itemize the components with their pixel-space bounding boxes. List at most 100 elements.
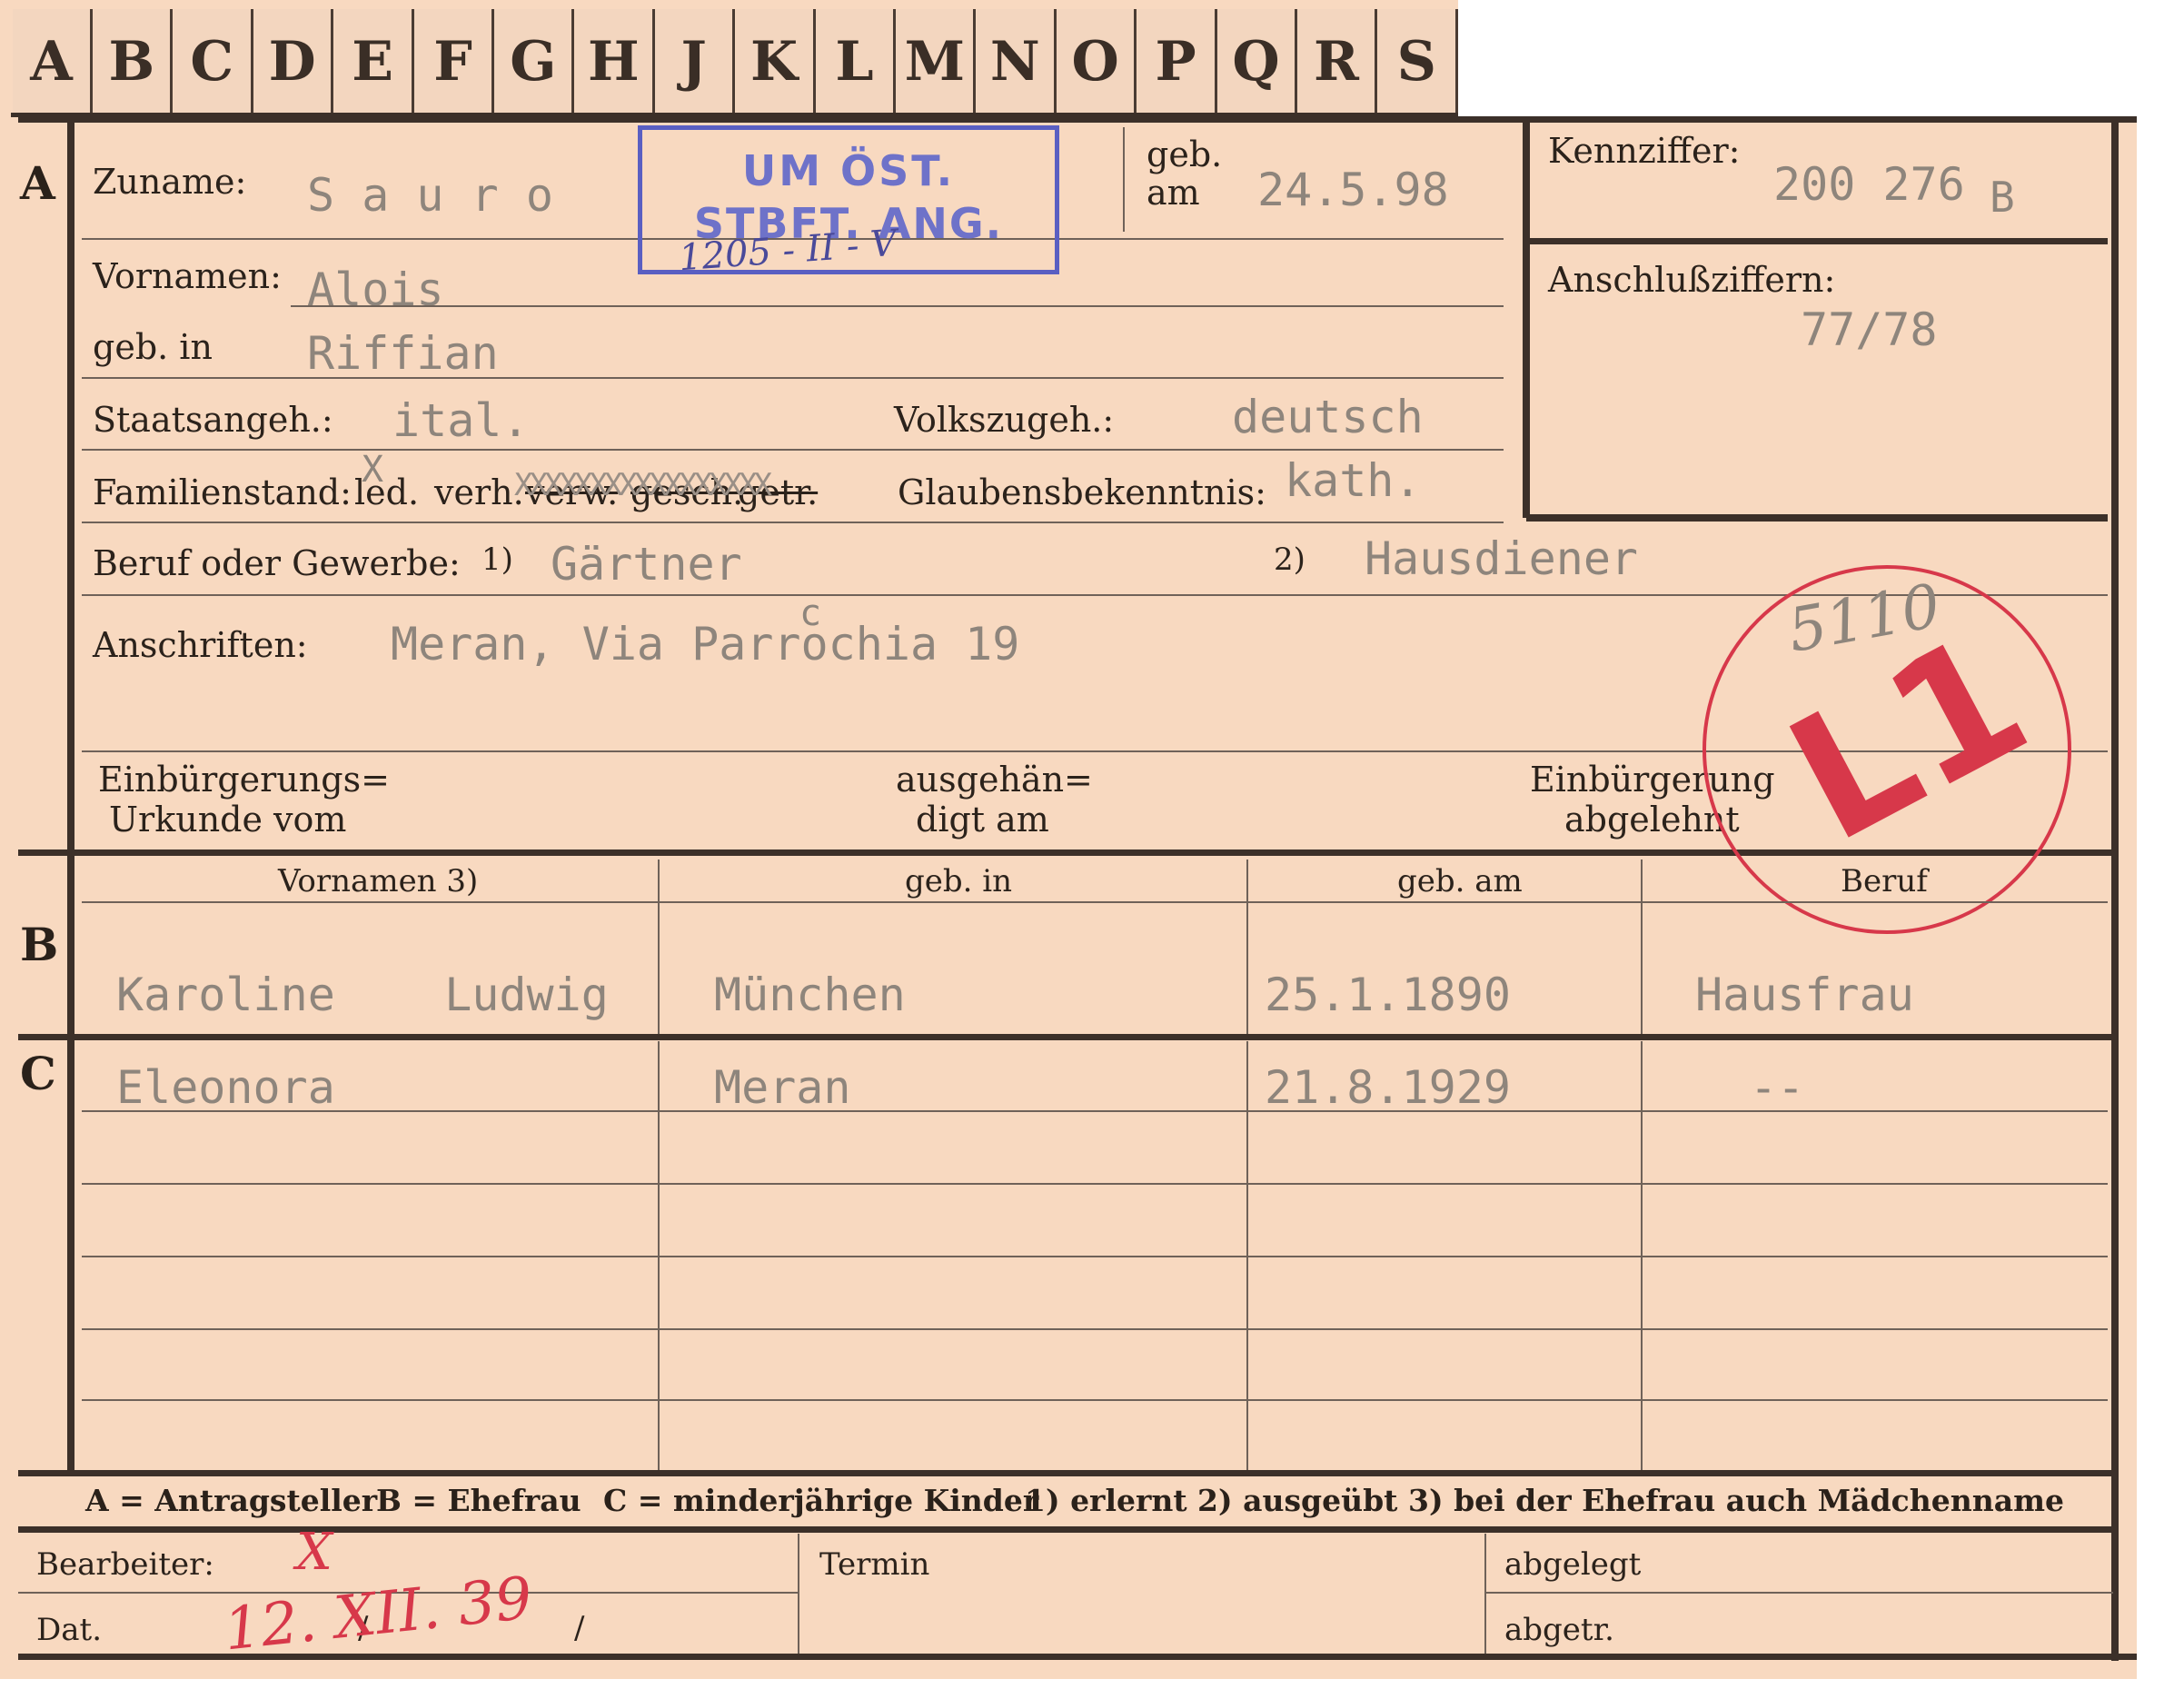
termin-label: Termin <box>819 1546 930 1583</box>
footer-rule-right <box>1486 1592 2113 1594</box>
tab-a[interactable]: A <box>13 9 93 114</box>
abgetr-label: abgetr. <box>1504 1612 1614 1648</box>
child-rule-1 <box>82 1110 2108 1112</box>
header-born-in: geb. in <box>905 863 1013 899</box>
profession-2-value: Hausdiener <box>1365 532 1639 585</box>
handed-label-2: digt am <box>916 800 1049 840</box>
legend-c: C = minderjährige Kinder <box>603 1483 1039 1518</box>
handwritten-mark: X <box>296 1523 333 1582</box>
anschluss-value: 77/78 <box>1801 303 1938 356</box>
tab-m[interactable]: M <box>896 9 977 114</box>
marital-strikeout: XXXXXXXXXXXXXXXXX <box>514 467 772 503</box>
tab-s[interactable]: S <box>1377 9 1458 114</box>
marital-label: Familienstand: <box>93 472 352 512</box>
profession-label: Beruf oder Gewerbe: <box>93 543 461 583</box>
address-correction: c <box>799 592 822 634</box>
section-b-letter: B <box>20 918 59 971</box>
tab-b[interactable]: B <box>93 9 174 114</box>
section-b-bottom-rule <box>18 1034 2119 1040</box>
tab-g[interactable]: G <box>494 9 575 114</box>
header-born-on: geb. am <box>1397 863 1523 899</box>
col-rule-3b <box>1641 859 1643 1034</box>
child-born-in: Meran <box>714 1061 851 1114</box>
footer-col-rule-2 <box>1484 1534 1486 1654</box>
marital-mark: X <box>362 449 384 491</box>
card-bottom-rule <box>18 1654 2137 1660</box>
citizenship-label: Staatsangeh.: <box>93 400 333 440</box>
legend-note-2: 2) ausgeübt <box>1197 1483 1398 1518</box>
address-value: Meran, Via Parrochia 19 <box>391 618 1020 671</box>
row-rule-4 <box>82 449 1504 451</box>
tab-k[interactable]: K <box>735 9 816 114</box>
tab-c[interactable]: C <box>173 9 253 114</box>
section-a-letter: A <box>20 156 55 210</box>
tab-q[interactable]: Q <box>1217 9 1297 114</box>
tab-o[interactable]: O <box>1057 9 1137 114</box>
address-label: Anschriften: <box>93 625 308 665</box>
child-first-names: Eleonora <box>116 1061 335 1114</box>
tab-h[interactable]: H <box>574 9 655 114</box>
first-names-label: Vornamen: <box>93 256 282 296</box>
tab-n[interactable]: N <box>976 9 1057 114</box>
tab-l[interactable]: L <box>816 9 896 114</box>
row-rule-2 <box>291 305 1504 307</box>
legend-note-1: 1) erlernt <box>1025 1483 1187 1518</box>
kennziffer-value: 200 276 <box>1773 158 1965 211</box>
kennziffer-label: Kennziffer: <box>1548 131 1741 171</box>
code-box-divider <box>1526 238 2108 244</box>
spouse-born-in: München <box>714 969 906 1021</box>
first-names-value: Alois <box>307 263 444 316</box>
stamp-line-1: UM ÖST. <box>741 146 956 195</box>
registration-card: ABCDEFGHJKLMNOPQRS A B C Zuname: S a u r… <box>0 0 2184 1689</box>
child-rule-5 <box>82 1399 2108 1401</box>
header-profession: Beruf <box>1841 863 1928 899</box>
born-on-value: 24.5.98 <box>1257 164 1449 216</box>
blue-office-stamp: UM ÖST. STBFT. ANG. 1205 - II - V <box>638 125 1059 279</box>
child-born-on: 21.8.1929 <box>1265 1061 1511 1114</box>
religion-value: kath. <box>1285 454 1422 507</box>
kennziffer-suffix: B <box>1990 173 2015 222</box>
tab-p[interactable]: P <box>1137 9 1217 114</box>
legend-b: B = Ehefrau <box>376 1483 581 1518</box>
child-rule-4 <box>82 1328 2108 1330</box>
born-on-label-1: geb. <box>1147 134 1223 174</box>
marital-option-verh: verh. <box>434 472 524 512</box>
born-on-divider <box>1123 127 1125 232</box>
spouse-born-on: 25.1.1890 <box>1265 969 1511 1021</box>
tab-f[interactable]: F <box>414 9 494 114</box>
profession-1-value: Gärtner <box>551 538 742 591</box>
left-rule-c <box>67 1040 74 1472</box>
naturalization-label-2: Urkunde vom <box>109 800 347 840</box>
code-box-bottom-rule <box>1526 514 2108 522</box>
row-rule-3 <box>82 377 1504 379</box>
legend-bottom-rule <box>18 1526 2119 1533</box>
dat-slash-2: / <box>574 1610 585 1646</box>
born-in-value: Riffian <box>307 327 499 380</box>
surname-value: S a u r o <box>307 169 553 222</box>
surname-label: Zuname: <box>93 162 247 202</box>
anschluss-label: Anschlußziffern: <box>1548 260 1836 300</box>
left-rule-a <box>67 118 74 849</box>
tab-e[interactable]: E <box>333 9 414 114</box>
born-in-label: geb. in <box>93 327 213 367</box>
child-profession: -- <box>1750 1061 1805 1114</box>
footer-col-rule-1 <box>798 1534 799 1654</box>
header-rule <box>82 901 2108 903</box>
profession-note-2: 2) <box>1274 541 1305 578</box>
code-box-left-rule <box>1523 118 1530 518</box>
religion-label: Glaubensbekenntnis: <box>898 472 1266 512</box>
tab-r[interactable]: R <box>1297 9 1378 114</box>
tab-j[interactable]: J <box>655 9 736 114</box>
row-rule-5 <box>82 522 1504 523</box>
handed-label-1: ausgehän= <box>896 760 1093 800</box>
section-c-bottom-rule <box>18 1470 2119 1476</box>
legend-a: A = Antragsteller <box>85 1483 378 1518</box>
top-rule <box>18 116 2137 123</box>
right-rule <box>2111 116 2119 1661</box>
child-rule-2 <box>82 1183 2108 1185</box>
bearbeiter-label: Bearbeiter: <box>36 1546 214 1583</box>
spouse-profession: Hausfrau <box>1695 969 1914 1021</box>
header-first-names: Vornamen 3) <box>278 863 479 899</box>
tab-d[interactable]: D <box>253 9 334 114</box>
dat-label: Dat. <box>36 1612 103 1648</box>
